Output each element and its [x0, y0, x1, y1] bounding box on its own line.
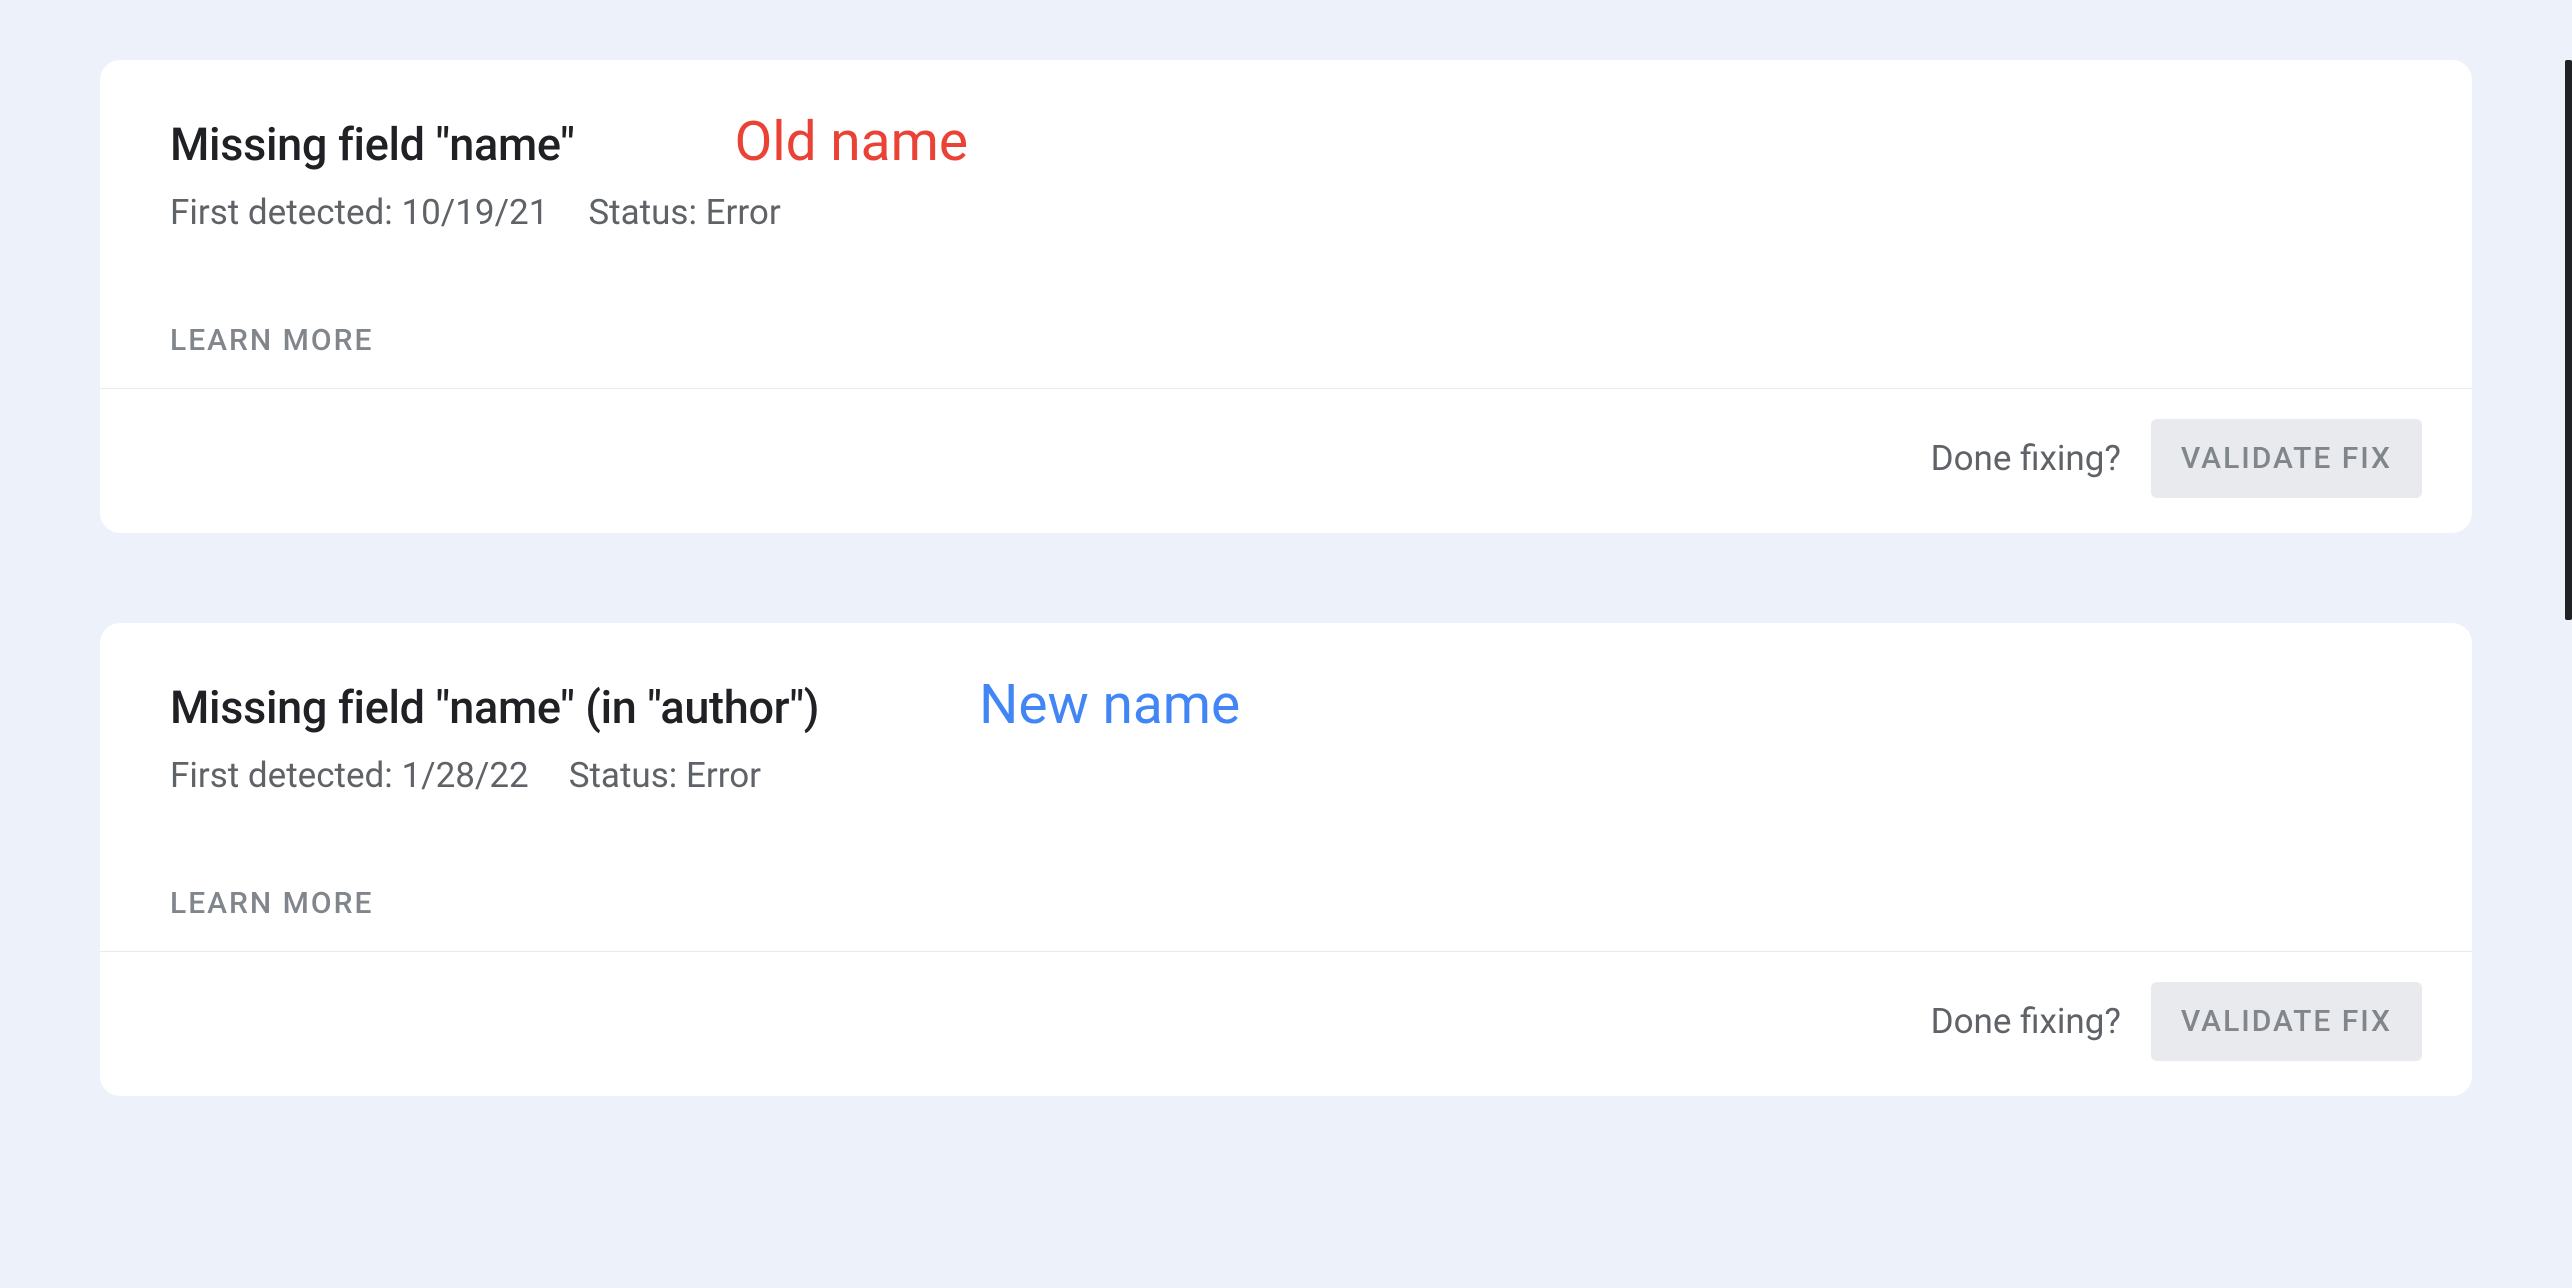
done-fixing-label: Done fixing?	[1931, 1001, 2121, 1042]
card-header: Missing field "name" (in "author") New n…	[100, 623, 2472, 951]
first-detected-label: First detected:	[170, 755, 393, 796]
status-label: Status:	[569, 755, 678, 796]
title-row: Missing field "name" (in "author") New n…	[170, 673, 2402, 737]
card-footer: Done fixing? VALIDATE FIX	[100, 951, 2472, 1096]
issue-title: Missing field "name"	[170, 118, 574, 171]
learn-more-link[interactable]: LEARN MORE	[170, 323, 373, 358]
first-detected-value: 10/19/21	[401, 192, 548, 233]
first-detected: First detected: 1/28/22	[170, 755, 529, 796]
meta-row: First detected: 10/19/21 Status: Error	[170, 192, 2402, 233]
annotation-new: New name	[979, 673, 1240, 737]
status: Status: Error	[569, 755, 761, 796]
card-footer: Done fixing? VALIDATE FIX	[100, 388, 2472, 533]
status: Status: Error	[588, 192, 780, 233]
issue-card: Missing field "name" (in "author") New n…	[100, 623, 2472, 1096]
status-value: Error	[686, 755, 761, 796]
validate-fix-button[interactable]: VALIDATE FIX	[2151, 982, 2422, 1061]
scrollbar-thumb[interactable]	[2565, 60, 2572, 620]
done-fixing-label: Done fixing?	[1931, 438, 2121, 479]
card-header: Missing field "name" Old name First dete…	[100, 60, 2472, 388]
first-detected-value: 1/28/22	[401, 755, 528, 796]
annotation-old: Old name	[734, 110, 968, 174]
first-detected: First detected: 10/19/21	[170, 192, 548, 233]
learn-more-link[interactable]: LEARN MORE	[170, 886, 373, 921]
meta-row: First detected: 1/28/22 Status: Error	[170, 755, 2402, 796]
title-row: Missing field "name" Old name	[170, 110, 2402, 174]
issue-card: Missing field "name" Old name First dete…	[100, 60, 2472, 533]
first-detected-label: First detected:	[170, 192, 393, 233]
status-label: Status:	[588, 192, 697, 233]
issue-title: Missing field "name" (in "author")	[170, 681, 819, 734]
validate-fix-button[interactable]: VALIDATE FIX	[2151, 419, 2422, 498]
status-value: Error	[706, 192, 781, 233]
